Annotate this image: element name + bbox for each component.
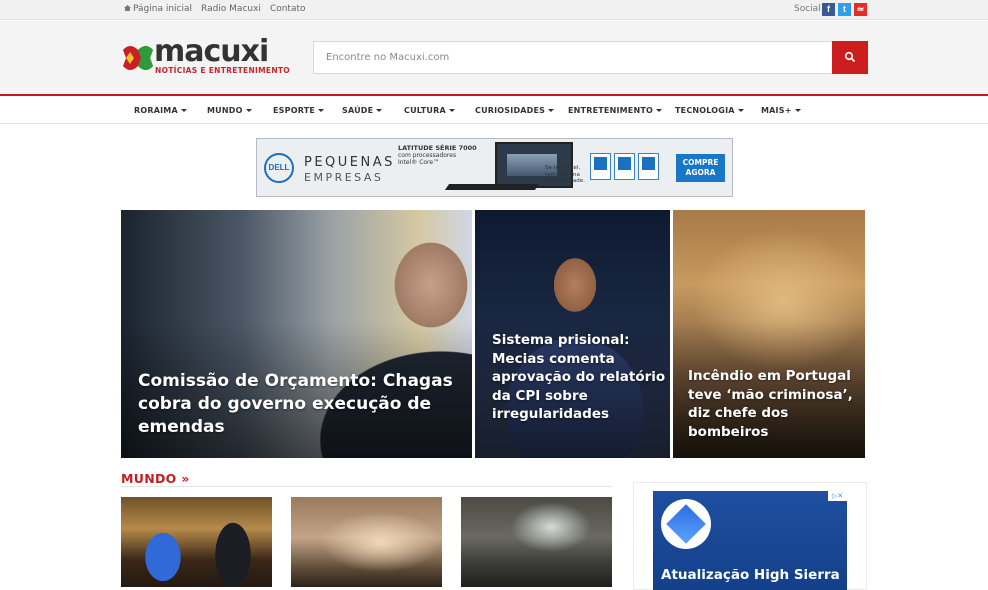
nav-item-roraima[interactable]: RORAIMA <box>134 106 187 115</box>
sidebar-ad[interactable]: Atualização High Sierra <box>653 491 847 590</box>
twitter-icon[interactable]: t <box>838 3 851 16</box>
facebook-icon[interactable]: f <box>822 3 835 16</box>
adchoices-icon[interactable]: ▷✕ <box>828 491 847 501</box>
chevron-down-icon <box>794 109 801 112</box>
ad-headline-2: EMPRESAS <box>304 171 384 184</box>
contact-link[interactable]: Contato <box>270 4 306 14</box>
ad-small-print: Se tem Intel, tem máxima produtividade. <box>545 165 585 184</box>
chevron-down-icon <box>245 109 252 112</box>
home-icon <box>124 5 131 11</box>
search-icon <box>844 51 856 63</box>
rss-icon[interactable]: ≃ <box>854 3 867 16</box>
intel-badge-icon <box>590 153 611 180</box>
ad-series: LATITUDE SÉRIE 7000 <box>398 144 477 152</box>
featured-story-2[interactable]: Sistema prisional: Mecias comenta aprova… <box>475 210 670 458</box>
featured-story-3[interactable]: Incêndio em Portugal teve ‘mão criminosa… <box>673 210 865 458</box>
ad-headline-1: PEQUENAS <box>304 155 395 170</box>
featured-story-1[interactable]: Comissão de Orçamento: Chagas cobra do g… <box>121 210 472 458</box>
chevron-down-icon <box>737 109 744 112</box>
top-bar: Página inicial Radio Macuxi Contato Soci… <box>0 0 988 20</box>
section-title[interactable]: MUNDO » <box>121 471 190 486</box>
top-links: Página inicial Radio Macuxi Contato <box>124 4 306 14</box>
logo-icon[interactable] <box>120 40 156 74</box>
logo-tagline: NOTÍCIAS E ENTRETENIMENTO <box>155 66 290 75</box>
banner-ad[interactable]: DELL PEQUENAS EMPRESAS LATITUDE SÉRIE 70… <box>256 138 733 197</box>
nav-item-curiosidades[interactable]: CURIOSIDADES <box>475 106 555 115</box>
home-link[interactable]: Página inicial <box>124 4 192 14</box>
laptop-base-image <box>444 184 540 190</box>
chevron-down-icon <box>318 109 325 112</box>
main-nav: RORAIMA MUNDO ESPORTE SAÚDE CULTURA CURI… <box>0 96 988 124</box>
article-thumbnail[interactable] <box>461 497 612 587</box>
nav-item-mais[interactable]: MAIS+ <box>761 106 801 115</box>
featured-title[interactable]: Sistema prisional: Mecias comenta aprova… <box>492 331 667 424</box>
social-label: Social <box>794 4 821 14</box>
search-button[interactable] <box>832 41 868 74</box>
section-divider <box>121 486 612 487</box>
nav-item-cultura[interactable]: CULTURA <box>404 106 455 115</box>
ad-processors: com processadores Intel® Core™ <box>398 152 457 166</box>
sidebar-ad-text: Atualização High Sierra <box>661 567 840 583</box>
search-box[interactable] <box>313 41 833 74</box>
article-thumbnail[interactable] <box>291 497 442 587</box>
ad-cta-button[interactable]: COMPRE AGORA <box>676 154 725 182</box>
logo-wordmark[interactable]: macuxi <box>154 36 269 68</box>
chevron-down-icon <box>448 109 455 112</box>
article-thumbnail[interactable] <box>121 497 272 587</box>
nav-item-entretenimento[interactable]: ENTRETENIMENTO <box>568 106 663 115</box>
nav-item-tecnologia[interactable]: TECNOLOGIA <box>675 106 744 115</box>
dell-logo: DELL <box>264 153 294 183</box>
nav-item-esporte[interactable]: ESPORTE <box>273 106 325 115</box>
chevron-down-icon <box>376 109 383 112</box>
intel-badge-icon <box>638 153 659 180</box>
search-input[interactable] <box>314 42 832 73</box>
nav-item-saude[interactable]: SAÚDE <box>342 106 383 115</box>
nav-item-mundo[interactable]: MUNDO <box>207 106 252 115</box>
app-store-icon <box>661 499 711 549</box>
radio-link[interactable]: Radio Macuxi <box>201 4 261 14</box>
chevron-down-icon <box>180 109 187 112</box>
intel-badge-icon <box>614 153 635 180</box>
chevron-down-icon <box>548 109 555 112</box>
featured-title[interactable]: Comissão de Orçamento: Chagas cobra do g… <box>138 370 468 439</box>
featured-title[interactable]: Incêndio em Portugal teve ‘mão criminosa… <box>688 367 858 441</box>
chevron-down-icon <box>656 109 663 112</box>
